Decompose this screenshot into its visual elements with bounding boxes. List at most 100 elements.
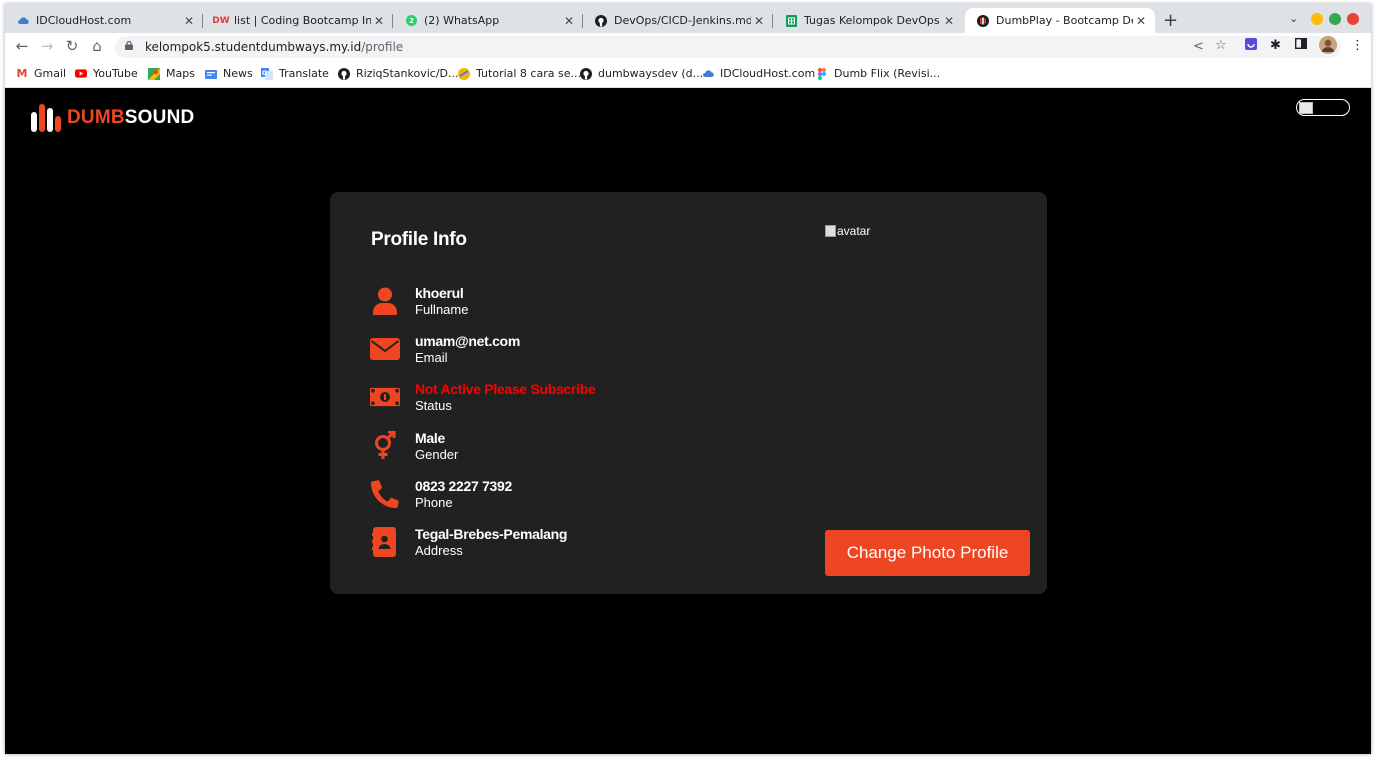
youtube-icon	[75, 68, 87, 80]
dumbsound-logo[interactable]: DUMBSOUND	[31, 104, 194, 132]
bookmark-gmail[interactable]: M Gmail	[16, 67, 67, 80]
email-label: Email	[415, 350, 448, 365]
bookmark-label: YouTube	[93, 67, 138, 80]
bookmark-news[interactable]: News	[205, 67, 253, 80]
phone-label: Phone	[415, 495, 453, 510]
bookmark-dumbwaysdev[interactable]: dumbwaysdev (d...	[580, 67, 703, 80]
tab-title: IDCloudHost.com	[36, 14, 132, 27]
header-avatar[interactable]	[1296, 99, 1350, 116]
close-icon[interactable]: ✕	[371, 14, 387, 28]
bookmark-youtube[interactable]: YouTube	[75, 67, 138, 80]
minimize-button[interactable]	[1311, 13, 1323, 25]
bookmark-label: News	[223, 67, 253, 80]
share-icon[interactable]: <	[1193, 39, 1204, 54]
menu-kebab-icon[interactable]: ⋮	[1351, 38, 1364, 53]
bookmark-label: dumbwaysdev (d...	[598, 67, 704, 80]
url-host: kelompok5.studentdumbways.my.id	[145, 40, 362, 54]
translate-icon: G	[261, 67, 273, 80]
status-label: Status	[415, 398, 452, 413]
tab-sheets[interactable]: Tugas Kelompok DevOps Batch ✕	[773, 8, 963, 33]
fullname-value: khoerul	[415, 285, 464, 301]
address-value: Tegal-Brebes-Pemalang	[415, 526, 568, 542]
bookmark-riziq[interactable]: RiziqStankovic/D...	[338, 67, 459, 80]
page-content: DUMBSOUND Profile Info khoerul Fullname …	[5, 88, 1371, 754]
logo-bars-icon	[31, 104, 63, 132]
svg-text:G: G	[262, 70, 267, 77]
bookmark-label: RiziqStankovic/D...	[356, 67, 459, 80]
extension-icon[interactable]	[1245, 38, 1257, 54]
browser-window: IDCloudHost.com ✕ DW list | Coding Bootc…	[5, 4, 1371, 754]
reload-icon[interactable]: ↻	[62, 37, 82, 55]
tab-dumbways[interactable]: DW list | Coding Bootcamp Indonesia ✕	[203, 8, 393, 33]
close-icon[interactable]: ✕	[561, 14, 577, 28]
close-icon[interactable]: ✕	[941, 14, 957, 28]
bookmark-label: IDCloudHost.com	[720, 67, 816, 80]
new-tab-button[interactable]: +	[1163, 10, 1178, 31]
close-icon[interactable]: ✕	[1133, 14, 1149, 28]
github-icon	[580, 67, 592, 80]
mail-icon	[370, 333, 400, 365]
cloud-icon	[17, 15, 29, 27]
tab-strip: IDCloudHost.com ✕ DW list | Coding Bootc…	[5, 4, 1371, 33]
logo-text-red: DUMB	[67, 107, 125, 128]
logo-text: DUMBSOUND	[67, 107, 194, 129]
home-icon[interactable]: ⌂	[87, 37, 107, 55]
cloud-icon	[702, 68, 714, 80]
puzzle-icon[interactable]: ✱	[1270, 38, 1281, 53]
tab-title: DevOps/CICD-Jenkins.md at main	[614, 14, 751, 27]
status-value: Not Active Please Subscribe	[415, 381, 596, 397]
tab-search-icon[interactable]: ⌄	[1289, 12, 1298, 25]
tab-github-devops[interactable]: DevOps/CICD-Jenkins.md at main ✕	[583, 8, 773, 33]
github-icon	[595, 14, 607, 27]
back-arrow-icon[interactable]: ←	[12, 37, 32, 55]
forward-arrow-icon[interactable]: →	[37, 37, 57, 55]
close-icon[interactable]: ✕	[751, 14, 767, 28]
news-icon	[205, 68, 217, 80]
profile-row-phone: 0823 2227 7392 Phone	[370, 478, 770, 518]
profile-row-status: Not Active Please Subscribe Status	[370, 381, 770, 421]
tab-dumbplay[interactable]: DumbPlay - Bootcamp DevOps ✕	[965, 8, 1155, 33]
tab-whatsapp[interactable]: 2 (2) WhatsApp ✕	[393, 8, 583, 33]
dumbways-icon: DW	[212, 15, 230, 26]
tutorial-icon	[458, 67, 470, 80]
url-path: /profile	[361, 40, 404, 54]
tab-title: (2) WhatsApp	[424, 14, 500, 27]
maximize-button[interactable]	[1329, 13, 1341, 25]
tab-idcloudhost[interactable]: IDCloudHost.com ✕	[5, 8, 203, 33]
fullname-label: Fullname	[415, 302, 469, 317]
bookmark-dumbflix[interactable]: Dumb Flix (Revisi...	[816, 67, 940, 80]
bookmark-maps[interactable]: Maps	[148, 67, 195, 80]
close-window-button[interactable]	[1347, 13, 1359, 25]
maps-icon	[148, 67, 160, 80]
url-text: kelompok5.studentdumbways.my.id/profile	[145, 40, 403, 54]
tab-title: Tugas Kelompok DevOps Batch	[804, 14, 941, 27]
avatar-image: avatar	[825, 224, 870, 238]
user-icon	[370, 285, 400, 317]
tab-title: list | Coding Bootcamp Indonesia	[234, 14, 371, 27]
svg-text:2: 2	[409, 17, 414, 25]
bookmark-idcloudhost[interactable]: IDCloudHost.com	[702, 67, 815, 80]
logo-text-white: SOUND	[124, 107, 195, 128]
profile-avatar-icon[interactable]	[1319, 36, 1337, 58]
address-bar[interactable]: kelompok5.studentdumbways.my.id/profile …	[115, 36, 1341, 58]
bookmark-label: Maps	[166, 67, 195, 80]
phone-icon	[370, 478, 400, 510]
tab-title: DumbPlay - Bootcamp DevOps	[996, 14, 1133, 27]
profile-row-address: Tegal-Brebes-Pemalang Address	[370, 526, 770, 566]
phone-value: 0823 2227 7392	[415, 478, 513, 494]
dumbplay-icon	[977, 14, 989, 27]
bookmark-label: Gmail	[34, 67, 67, 80]
bookmark-label: Tutorial 8 cara se...	[476, 67, 581, 80]
profile-row-email: umam@net.com Email	[370, 333, 770, 373]
lock-icon	[125, 41, 133, 50]
profile-row-gender: Male Gender	[370, 430, 770, 470]
close-icon[interactable]: ✕	[181, 14, 197, 28]
sidepanel-icon[interactable]	[1294, 37, 1308, 53]
bookmark-star-icon[interactable]: ☆	[1215, 38, 1227, 53]
change-photo-button[interactable]: Change Photo Profile	[825, 530, 1030, 576]
bookmark-tutorial[interactable]: Tutorial 8 cara se...	[458, 67, 581, 80]
browser-toolbar: ← → ↻ ⌂ kelompok5.studentdumbways.my.id/…	[5, 33, 1371, 61]
profile-row-fullname: khoerul Fullname	[370, 285, 770, 325]
bookmark-translate[interactable]: G Translate	[261, 67, 329, 80]
bookmark-label: Translate	[279, 67, 329, 80]
